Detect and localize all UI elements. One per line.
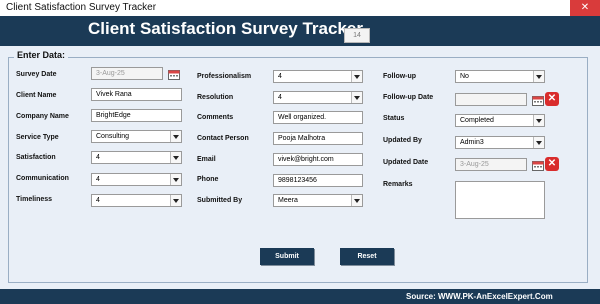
updated-by-value: Admin3 bbox=[460, 139, 484, 146]
comments-field[interactable]: Well organized. bbox=[273, 111, 363, 124]
follow-up-label: Follow-up bbox=[383, 73, 417, 80]
resolution-value: 4 bbox=[278, 94, 282, 101]
client-name-field[interactable]: Vivek Rana bbox=[91, 88, 182, 101]
company-name-label: Company Name bbox=[16, 113, 69, 120]
follow-up-value: No bbox=[460, 73, 469, 80]
updated-by-label: Updated By bbox=[383, 137, 422, 144]
form-area: Enter Data: Survey Date 3-Aug-25 Client … bbox=[0, 46, 600, 289]
chevron-down-icon[interactable] bbox=[351, 71, 362, 82]
status-dropdown[interactable]: Completed bbox=[455, 114, 545, 127]
remarks-field[interactable] bbox=[455, 181, 545, 219]
chevron-down-icon[interactable] bbox=[170, 195, 181, 206]
company-name-field[interactable]: BrightEdge bbox=[91, 109, 182, 122]
updated-date-field[interactable]: 3-Aug-25 bbox=[455, 158, 527, 171]
chevron-down-icon[interactable] bbox=[351, 92, 362, 103]
calendar-icon[interactable] bbox=[532, 160, 544, 171]
communication-value: 4 bbox=[96, 176, 100, 183]
follow-up-date-field[interactable] bbox=[455, 93, 527, 106]
communication-dropdown[interactable]: 4 bbox=[91, 173, 182, 186]
calendar-icon[interactable] bbox=[532, 95, 544, 106]
professionalism-dropdown[interactable]: 4 bbox=[273, 70, 363, 83]
record-id-field[interactable]: 14 bbox=[344, 28, 370, 43]
source-text: Source: WWW.PK-AnExcelExpert.Com bbox=[406, 292, 553, 301]
service-type-dropdown[interactable]: Consulting bbox=[91, 130, 182, 143]
contact-person-label: Contact Person bbox=[197, 135, 249, 142]
email-label: Email bbox=[197, 156, 216, 163]
chevron-down-icon[interactable] bbox=[351, 195, 362, 206]
client-name-label: Client Name bbox=[16, 92, 57, 99]
service-type-label: Service Type bbox=[16, 134, 59, 141]
calendar-icon[interactable] bbox=[168, 69, 180, 80]
timeliness-value: 4 bbox=[96, 197, 100, 204]
status-label: Status bbox=[383, 115, 405, 122]
satisfaction-dropdown[interactable]: 4 bbox=[91, 151, 182, 164]
satisfaction-label: Satisfaction bbox=[16, 154, 56, 161]
contact-person-field[interactable]: Pooja Malhotra bbox=[273, 132, 363, 145]
resolution-label: Resolution bbox=[197, 94, 234, 101]
comments-label: Comments bbox=[197, 114, 234, 121]
app-header: Client Satisfaction Survey Tracker 14 bbox=[0, 16, 600, 46]
status-value: Completed bbox=[460, 117, 494, 124]
phone-label: Phone bbox=[197, 176, 219, 183]
window-titlebar: Client Satisfaction Survey Tracker ✕ bbox=[0, 0, 600, 16]
remarks-label: Remarks bbox=[383, 181, 413, 188]
chevron-down-icon[interactable] bbox=[533, 137, 544, 148]
resolution-dropdown[interactable]: 4 bbox=[273, 91, 363, 104]
clear-date-icon[interactable]: ✕ bbox=[545, 157, 559, 171]
submitted-by-dropdown[interactable]: Meera bbox=[273, 194, 363, 207]
submitted-by-label: Submitted By bbox=[197, 197, 243, 204]
chevron-down-icon[interactable] bbox=[170, 131, 181, 142]
enter-data-legend: Enter Data: bbox=[14, 50, 69, 60]
window-title: Client Satisfaction Survey Tracker bbox=[6, 2, 157, 13]
timeliness-label: Timeliness bbox=[16, 196, 53, 203]
clear-date-icon[interactable]: ✕ bbox=[545, 92, 559, 106]
professionalism-value: 4 bbox=[278, 73, 282, 80]
close-icon[interactable]: ✕ bbox=[570, 0, 600, 16]
chevron-down-icon[interactable] bbox=[170, 174, 181, 185]
survey-date-field[interactable]: 3-Aug-25 bbox=[91, 67, 163, 80]
reset-button[interactable]: Reset bbox=[340, 248, 394, 265]
service-type-value: Consulting bbox=[96, 133, 130, 140]
follow-up-dropdown[interactable]: No bbox=[455, 70, 545, 83]
chevron-down-icon[interactable] bbox=[170, 152, 181, 163]
satisfaction-value: 4 bbox=[96, 154, 100, 161]
footer-bar: Source: WWW.PK-AnExcelExpert.Com bbox=[0, 289, 600, 304]
phone-field[interactable]: 9898123456 bbox=[273, 174, 363, 187]
updated-by-dropdown[interactable]: Admin3 bbox=[455, 136, 545, 149]
chevron-down-icon[interactable] bbox=[533, 71, 544, 82]
timeliness-dropdown[interactable]: 4 bbox=[91, 194, 182, 207]
communication-label: Communication bbox=[16, 175, 69, 182]
submitted-by-value: Meera bbox=[278, 197, 298, 204]
page-title: Client Satisfaction Survey Tracker bbox=[88, 19, 363, 38]
chevron-down-icon[interactable] bbox=[533, 115, 544, 126]
follow-up-date-label: Follow-up Date bbox=[383, 94, 434, 101]
email-field[interactable]: vivek@bright.com bbox=[273, 153, 363, 166]
professionalism-label: Professionalism bbox=[197, 73, 252, 80]
updated-date-label: Updated Date bbox=[383, 159, 429, 166]
survey-date-label: Survey Date bbox=[16, 71, 57, 78]
submit-button[interactable]: Submit bbox=[260, 248, 314, 265]
